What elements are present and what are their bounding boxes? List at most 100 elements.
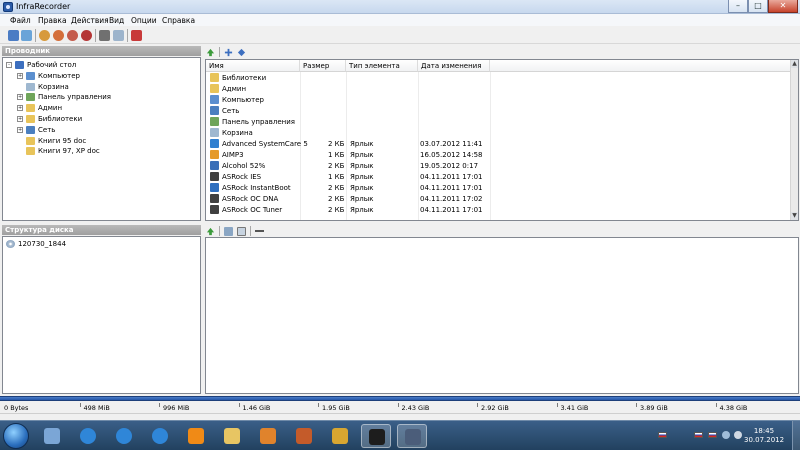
file-icon bbox=[210, 106, 219, 115]
column-date[interactable]: Дата изменения bbox=[418, 60, 490, 72]
file-row[interactable]: AIMP3 1 КБ Ярлык 16.05.2012 14:58 bbox=[206, 150, 798, 161]
file-row[interactable]: ASRock IES 1 КБ Ярлык 04.11.2011 17:01 bbox=[206, 172, 798, 183]
start-button[interactable] bbox=[3, 423, 29, 449]
up-folder-icon[interactable] bbox=[206, 48, 215, 57]
asrock-icon bbox=[369, 429, 385, 445]
language-flag-icon[interactable] bbox=[708, 432, 717, 438]
file-row[interactable]: Сеть bbox=[206, 106, 798, 117]
taskbar-button[interactable] bbox=[289, 424, 319, 448]
menu-actions[interactable]: Действия bbox=[71, 16, 109, 25]
tree-item-label: Книги 97, XP doc bbox=[38, 147, 100, 156]
taskbar-button[interactable] bbox=[361, 424, 391, 448]
burn-image-icon[interactable] bbox=[39, 30, 50, 41]
file-row[interactable]: Alcohol 52% 2 КБ Ярлык 19.05.2012 0:17 bbox=[206, 161, 798, 172]
scroll-down-arrow[interactable]: ▼ bbox=[791, 212, 798, 220]
maximize-button[interactable]: □ bbox=[748, 0, 768, 13]
file-row[interactable]: Панель управления bbox=[206, 117, 798, 128]
file-row[interactable]: Компьютер bbox=[206, 95, 798, 106]
tree-item-label: Компьютер bbox=[38, 71, 80, 80]
column-size[interactable]: Размер bbox=[300, 60, 346, 72]
taskbar-button[interactable] bbox=[253, 424, 283, 448]
add-icon[interactable] bbox=[224, 48, 233, 57]
disc-content-list bbox=[205, 237, 799, 394]
file-row[interactable]: ASRock InstantBoot 2 КБ Ярлык 04.11.2011 17… bbox=[206, 183, 798, 194]
new-folder-icon[interactable] bbox=[224, 227, 233, 236]
taskbar-button[interactable] bbox=[145, 424, 175, 448]
menu-options[interactable]: Опции bbox=[131, 16, 157, 25]
file-list: Имя Размер Тип элемента Дата изменения Б… bbox=[205, 59, 799, 221]
network-icon[interactable] bbox=[722, 431, 730, 439]
file-date: 04.11.2011 17:01 bbox=[420, 184, 483, 192]
scroll-up-arrow[interactable]: ▲ bbox=[791, 60, 798, 68]
properties-icon[interactable] bbox=[131, 30, 142, 41]
scissors-icon[interactable] bbox=[99, 30, 110, 41]
file-icon bbox=[210, 150, 219, 159]
expand-icon[interactable]: + bbox=[17, 126, 23, 133]
file-icon bbox=[210, 128, 219, 137]
expand-icon[interactable]: + bbox=[17, 94, 23, 101]
tree-node-icon bbox=[26, 115, 35, 123]
odnoklassniki-icon bbox=[188, 428, 204, 444]
tree-item-label: Панель управления bbox=[38, 93, 111, 102]
menu-help[interactable]: Справка bbox=[162, 16, 195, 25]
menu-view[interactable]: Вид bbox=[109, 16, 124, 25]
volume-icon[interactable] bbox=[734, 431, 742, 439]
file-row[interactable]: Библиотеки bbox=[206, 73, 798, 84]
drive-icon[interactable] bbox=[113, 30, 124, 41]
file-type: Ярлык bbox=[350, 162, 374, 170]
disc-structure-tree: 120730_1844 bbox=[2, 236, 201, 394]
scale-label: 2.43 GiB bbox=[401, 404, 430, 412]
menu-edit[interactable]: Правка bbox=[38, 16, 67, 25]
scale-tick bbox=[79, 403, 81, 407]
new-project-icon[interactable] bbox=[8, 30, 19, 41]
file-list-scrollbar[interactable]: ▲ ▼ bbox=[790, 60, 798, 220]
toolbar-separator bbox=[35, 29, 36, 42]
scale-label: 0 Bytes bbox=[4, 404, 29, 412]
scale-tick bbox=[397, 403, 399, 407]
taskbar-button[interactable] bbox=[217, 424, 247, 448]
internet-explorer-icon bbox=[80, 428, 96, 444]
close-button[interactable]: ✕ bbox=[768, 0, 798, 13]
column-type[interactable]: Тип элемента bbox=[346, 60, 418, 72]
taskbar-button[interactable] bbox=[109, 424, 139, 448]
scale-tick bbox=[477, 403, 478, 407]
taskbar-button[interactable] bbox=[397, 424, 427, 448]
menu-file[interactable]: Файл bbox=[10, 16, 31, 25]
file-row[interactable]: Корзина bbox=[206, 128, 798, 139]
tree-item-label: Сеть bbox=[38, 125, 56, 134]
taskbar-button[interactable] bbox=[325, 424, 355, 448]
collapse-icon[interactable]: - bbox=[6, 62, 12, 68]
main-toolbar bbox=[0, 27, 800, 44]
file-date: 04.11.2011 17:01 bbox=[420, 206, 483, 214]
tree-item-label: Книги 95 doc bbox=[38, 136, 87, 145]
language-flag-icon[interactable] bbox=[694, 432, 703, 438]
column-name[interactable]: Имя bbox=[206, 60, 300, 72]
file-name: Компьютер bbox=[222, 96, 264, 104]
taskbar-button[interactable] bbox=[73, 424, 103, 448]
erase-disc-icon[interactable] bbox=[81, 30, 92, 41]
tree-node-icon bbox=[26, 125, 35, 134]
taskbar-button[interactable] bbox=[37, 424, 67, 448]
expand-icon[interactable]: + bbox=[17, 105, 23, 112]
burn-compilation-icon[interactable] bbox=[53, 30, 64, 41]
add-all-icon[interactable] bbox=[237, 48, 246, 57]
file-type: Ярлык bbox=[350, 184, 374, 192]
file-row[interactable]: Advanced SystemCare 5 2 КБ Ярлык 03.07.2012… bbox=[206, 139, 798, 150]
import-session-icon[interactable] bbox=[237, 227, 246, 236]
up-folder-icon[interactable] bbox=[206, 227, 215, 236]
taskbar-button[interactable] bbox=[181, 424, 211, 448]
file-row[interactable]: ASRock OC DNA 2 КБ Ярлык 04.11.2011 17:02 bbox=[206, 194, 798, 205]
file-row[interactable]: ASRock OC Tuner 2 КБ Ярлык 04.11.2011 17:01 bbox=[206, 205, 798, 216]
open-project-icon[interactable] bbox=[21, 30, 32, 41]
show-desktop-button[interactable] bbox=[792, 421, 800, 450]
minimize-button[interactable]: – bbox=[728, 0, 748, 13]
joystick-icon bbox=[332, 428, 348, 444]
scale-tick bbox=[238, 403, 240, 407]
language-flag-icon[interactable] bbox=[658, 432, 667, 438]
expand-icon[interactable]: + bbox=[17, 72, 23, 79]
copy-disc-icon[interactable] bbox=[67, 30, 78, 41]
clock[interactable]: 18:45 30.07.2012 bbox=[744, 427, 784, 445]
remove-icon[interactable] bbox=[255, 230, 264, 232]
file-row[interactable]: Админ bbox=[206, 84, 798, 95]
expand-icon[interactable]: + bbox=[17, 116, 23, 122]
